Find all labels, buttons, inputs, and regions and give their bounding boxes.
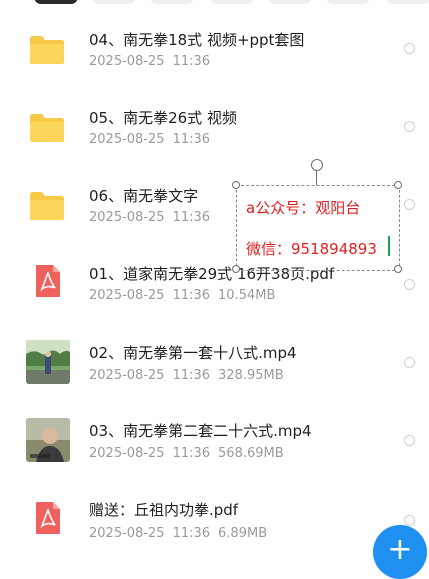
toolbar-chip[interactable] [386, 0, 429, 4]
rotate-handle[interactable] [311, 159, 323, 171]
text-cursor [388, 236, 390, 256]
toolbar-chip[interactable] [92, 0, 136, 4]
text-box-line-1: a公众号：观阳台 [246, 199, 361, 217]
file-meta: 2025-08-25 11:36 [89, 210, 210, 225]
file-time: 11:36 [172, 368, 211, 383]
toolbar-chip[interactable] [34, 0, 78, 4]
file-name: 05、南无拳26式 视频 [89, 109, 237, 127]
file-meta: 2025-08-25 11:36 328.95MB [89, 368, 284, 383]
file-size: 10.54MB [218, 288, 276, 303]
pdf-icon [26, 499, 70, 543]
file-date: 2025-08-25 [89, 446, 165, 461]
select-radio[interactable] [404, 43, 415, 54]
add-button[interactable]: + [373, 525, 427, 579]
file-name: 06、南无拳文字 [89, 187, 199, 205]
file-row[interactable]: 赠送：丘祖内功拳.pdf 2025-08-25 11:36 6.89MB [0, 486, 429, 564]
video-thumbnail [26, 418, 70, 462]
rotate-handle-line [316, 170, 317, 185]
select-radio[interactable] [404, 199, 415, 210]
file-meta: 2025-08-25 11:36 568.69MB [89, 446, 284, 461]
file-date: 2025-08-25 [89, 54, 165, 69]
file-row[interactable]: 05、南无拳26式 视频 2025-08-25 11:36 [0, 96, 429, 174]
folder-icon [26, 107, 70, 151]
select-radio[interactable] [404, 515, 415, 526]
file-row[interactable]: 03、南无拳第二套二十六式.mp4 2025-08-25 11:36 568.69M… [0, 408, 429, 486]
file-size: 328.95MB [218, 368, 284, 383]
file-date: 2025-08-25 [89, 288, 165, 303]
file-size: 6.89MB [218, 526, 268, 541]
file-date: 2025-08-25 [89, 132, 165, 147]
file-meta: 2025-08-25 11:36 6.89MB [89, 526, 267, 541]
resize-handle-top-left[interactable] [232, 181, 240, 189]
file-row[interactable]: 02、南无拳第一套十八式.mp4 2025-08-25 11:36 328.95MB [0, 330, 429, 408]
file-name: 02、南无拳第一套十八式.mp4 [89, 344, 297, 362]
file-meta: 2025-08-25 11:36 10.54MB [89, 288, 275, 303]
resize-handle-bottom-right[interactable] [394, 265, 402, 273]
plus-icon: + [387, 532, 413, 567]
folder-icon [26, 29, 70, 73]
file-name: 赠送：丘祖内功拳.pdf [89, 501, 239, 519]
toolbar-chip[interactable] [268, 0, 312, 4]
file-time: 11:36 [172, 526, 211, 541]
pdf-icon [26, 262, 70, 306]
video-thumbnail [26, 340, 70, 384]
file-date: 2025-08-25 [89, 368, 165, 383]
folder-icon [26, 185, 70, 229]
top-toolbar-strip [0, 0, 429, 6]
select-radio[interactable] [404, 279, 415, 290]
select-radio[interactable] [404, 121, 415, 132]
file-time: 11:36 [172, 132, 211, 147]
resize-handle-bottom-left[interactable] [232, 265, 240, 273]
toolbar-chip[interactable] [326, 0, 370, 4]
file-time: 11:36 [172, 54, 211, 69]
file-meta: 2025-08-25 11:36 [89, 132, 210, 147]
file-time: 11:36 [172, 288, 211, 303]
file-time: 11:36 [172, 446, 211, 461]
file-meta: 2025-08-25 11:36 [89, 54, 210, 69]
file-name: 03、南无拳第二套二十六式.mp4 [89, 422, 312, 440]
text-box-line-2: 微信：951894893 [246, 240, 377, 258]
file-row[interactable]: 04、南无拳18式 视频+ppt套图 2025-08-25 11:36 [0, 18, 429, 96]
file-date: 2025-08-25 [89, 526, 165, 541]
select-radio[interactable] [404, 435, 415, 446]
resize-handle-top-right[interactable] [394, 181, 402, 189]
file-date: 2025-08-25 [89, 210, 165, 225]
file-time: 11:36 [172, 210, 211, 225]
file-name: 04、南无拳18式 视频+ppt套图 [89, 31, 305, 49]
toolbar-chip[interactable] [210, 0, 254, 4]
select-radio[interactable] [404, 357, 415, 368]
file-size: 568.69MB [218, 446, 284, 461]
toolbar-chip[interactable] [150, 0, 194, 4]
